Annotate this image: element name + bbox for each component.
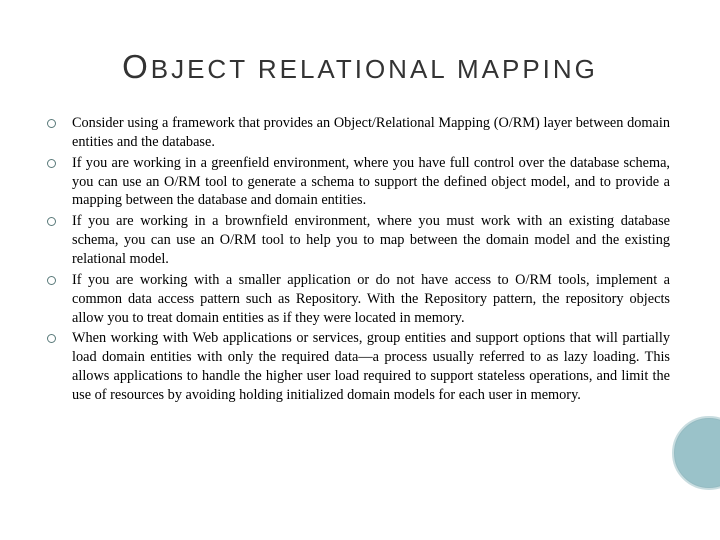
- bullet-item: When working with Web applications or se…: [44, 329, 670, 404]
- slide-title: OBJECT RELATIONAL MAPPING: [44, 48, 676, 86]
- bullet-text: Consider using a framework that provides…: [72, 115, 670, 150]
- bullet-text: When working with Web applications or se…: [72, 330, 670, 403]
- bullet-text: If you are working with a smaller applic…: [72, 272, 670, 326]
- bullet-item: If you are working with a smaller applic…: [44, 271, 670, 328]
- slide: OBJECT RELATIONAL MAPPING Consider using…: [0, 0, 720, 540]
- accent-circle-icon: [672, 416, 720, 490]
- bullet-item: If you are working in a greenfield envir…: [44, 154, 670, 211]
- bullet-text: If you are working in a greenfield envir…: [72, 155, 670, 209]
- title-dropcap: O: [122, 48, 151, 85]
- bullet-text: If you are working in a brownfield envir…: [72, 213, 670, 267]
- bullet-item: If you are working in a brownfield envir…: [44, 212, 670, 269]
- bullet-item: Consider using a framework that provides…: [44, 114, 670, 152]
- bullet-list: Consider using a framework that provides…: [44, 114, 676, 405]
- title-text: BJECT RELATIONAL MAPPING: [151, 54, 598, 84]
